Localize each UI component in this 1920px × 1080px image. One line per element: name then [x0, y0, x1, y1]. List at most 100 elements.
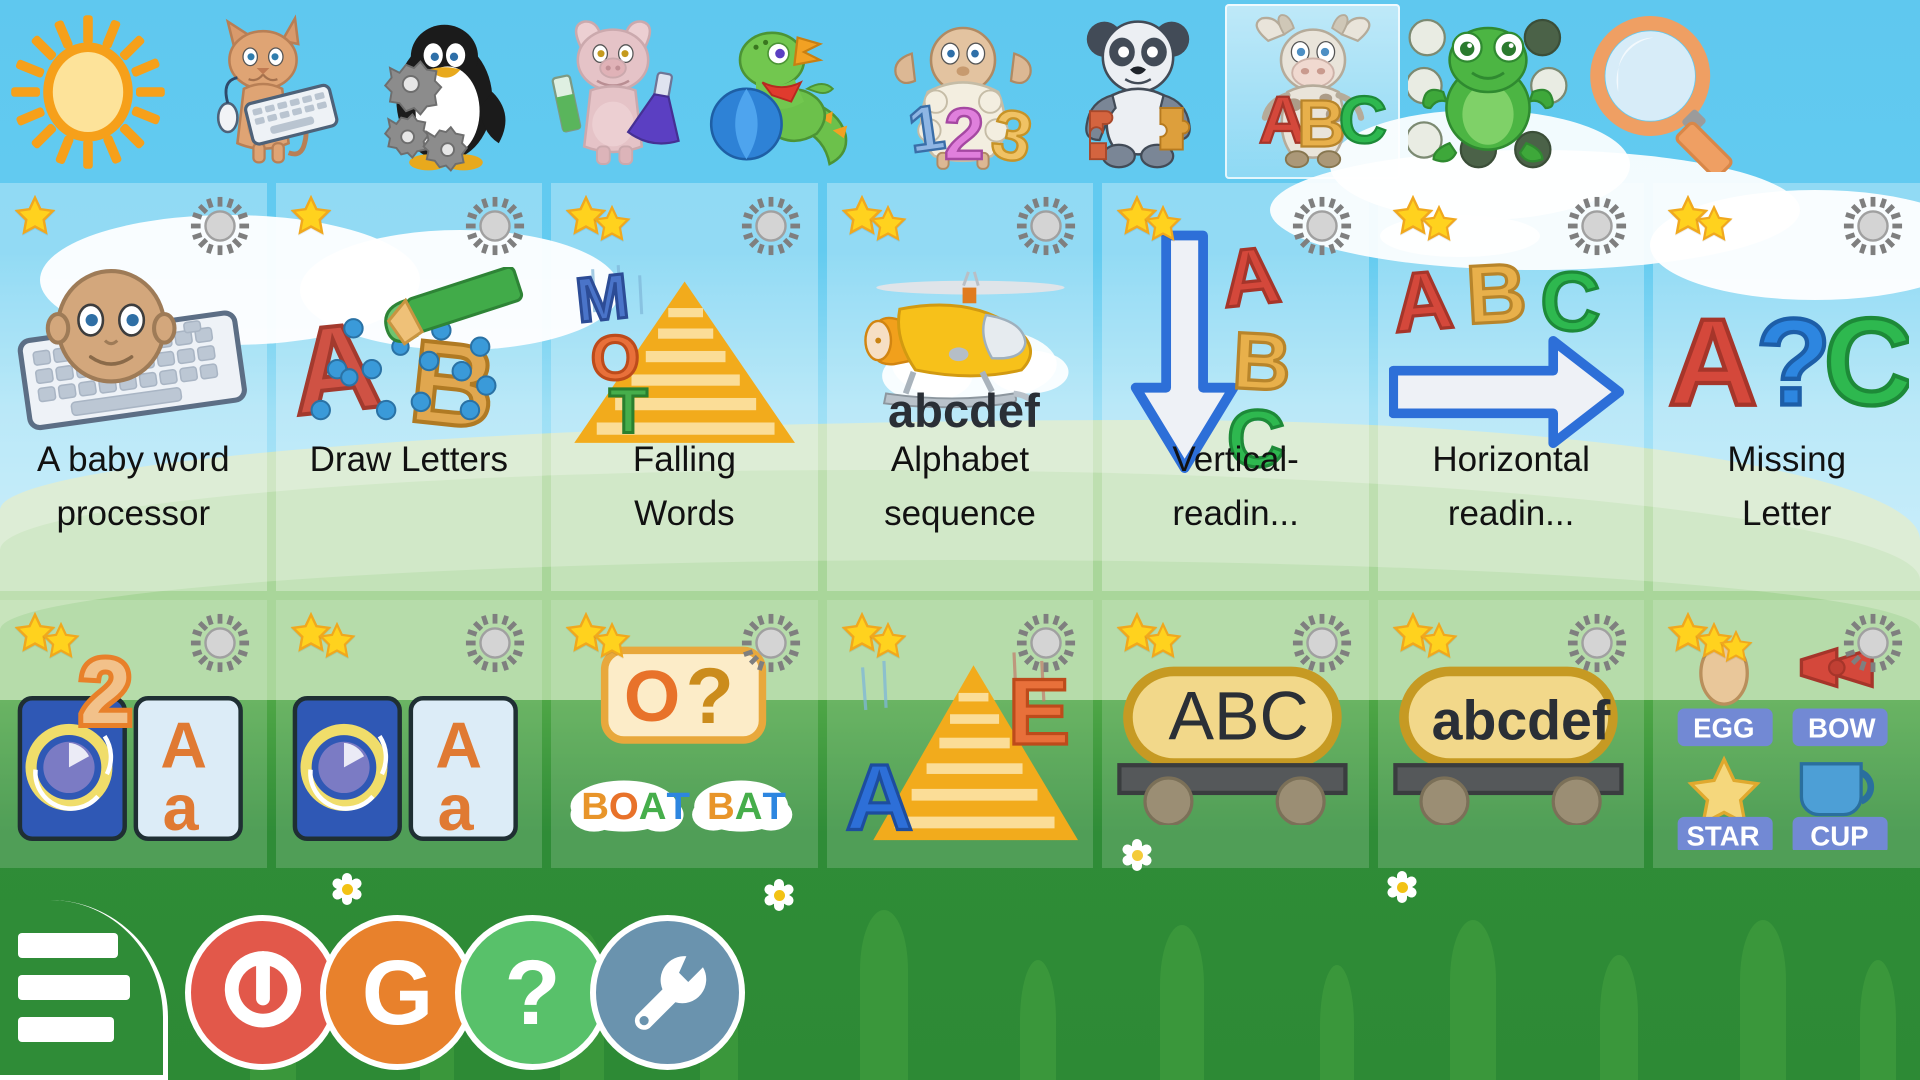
activity-title-line: sequence: [884, 494, 1036, 534]
memory-card-lower: a: [438, 771, 475, 842]
activity-title: Vertical- readin...: [1106, 433, 1365, 542]
activity-card-drawletters[interactable]: A B Draw Letters: [275, 183, 543, 591]
wagon-label-upper: ABC: [1168, 679, 1308, 755]
category-maths[interactable]: 1 2 3: [875, 4, 1050, 179]
config-button[interactable]: [590, 915, 745, 1070]
category-favorites[interactable]: [0, 4, 175, 179]
activity-title-line: Vertical-: [1172, 440, 1299, 479]
difficulty-stars: [841, 195, 907, 241]
falling-letter-e: E: [1008, 659, 1071, 764]
activity-card-missing-letter[interactable]: A ? C Missing Letter: [1653, 183, 1920, 591]
image-label-cup: CUP: [1810, 821, 1868, 850]
image-label-egg: EGG: [1693, 712, 1754, 743]
sheep-123-icon: 1 2 3: [893, 26, 1039, 172]
activity-card-falling-letters[interactable]: A E: [826, 600, 1094, 868]
exit-button[interactable]: [185, 915, 340, 1070]
category-puzzles[interactable]: [1050, 4, 1225, 179]
boat-bat-vowel-icon: O ? BOAT BAT: [570, 646, 793, 832]
activity-card-baby-wordprocessor[interactable]: A baby word processor: [0, 183, 267, 591]
difficulty-stars: [565, 195, 631, 241]
svg-text:C: C: [1824, 293, 1909, 423]
difficulty-stars: [1392, 195, 1458, 241]
activity-card-vertical-reading[interactable]: A B C Vertical- readin...: [1102, 183, 1369, 591]
activity-card-click-on-letter[interactable]: O ? BOAT BAT: [551, 600, 818, 868]
activity-title-line: Words: [634, 494, 735, 534]
activity-title-line: readin...: [1172, 494, 1299, 534]
svg-text:A: A: [1668, 293, 1757, 423]
activity-title: Alphabet sequence: [831, 433, 1090, 542]
difficulty-stars: [14, 612, 80, 658]
about-button[interactable]: G: [320, 915, 475, 1070]
difficulty-stars: [565, 612, 631, 658]
difficulty-gear-icon: [466, 196, 525, 256]
help-button[interactable]: ?: [455, 915, 610, 1070]
image-label-bow: BOW: [1808, 712, 1876, 743]
memory-tux-case-icon: A a 2: [17, 647, 243, 843]
svg-text:C: C: [1338, 83, 1387, 158]
category-search[interactable]: [1575, 4, 1750, 179]
head-keyboard-icon: [17, 269, 247, 431]
draw-letters-icon: A B: [286, 267, 524, 441]
alphabet-word-label: abcdef: [888, 384, 1040, 437]
activity-title-line: A baby word: [36, 440, 230, 479]
magnifier-icon: [1589, 15, 1732, 172]
activity-title: Horizontal readin...: [1382, 433, 1641, 542]
difficulty-stars: [290, 195, 332, 235]
panda-puzzle-icon: [1084, 19, 1191, 168]
category-reading[interactable]: A B C: [1225, 4, 1400, 179]
hamburger-icon-line: [18, 933, 118, 958]
menu-button[interactable]: [0, 900, 168, 1080]
star-icon: [593, 622, 631, 658]
category-experiments[interactable]: [525, 4, 700, 179]
activity-card-falling-words[interactable]: M O T Falling Words: [551, 183, 818, 591]
cow-abc-icon: A B C: [1255, 13, 1388, 168]
activity-title: Falling Words: [555, 433, 814, 542]
star-icon: [14, 195, 56, 235]
image-label-star: STAR: [1686, 821, 1759, 850]
difficulty-gear-icon: [1843, 196, 1903, 256]
activity-card-horizontal-reading[interactable]: A B C Horizontal readin...: [1377, 183, 1645, 591]
horizontal-arrow-abc-icon: A B C: [1388, 247, 1624, 449]
sun-icon: [10, 14, 165, 169]
difficulty-stars: [290, 612, 356, 658]
category-strategy-games[interactable]: [1400, 4, 1575, 179]
star-icon: [1420, 205, 1458, 241]
hamburger-icon-line: [18, 1017, 114, 1042]
wagon-abcdef-icon: abcdef: [1392, 666, 1624, 825]
activity-card-memory-case-assoc-tux[interactable]: A a 2: [0, 600, 267, 868]
penguin-gears-icon: [383, 24, 505, 172]
activity-title-line: Missing: [1727, 440, 1847, 479]
difficulty-gear-icon: [741, 196, 800, 256]
difficulty-stars: [1116, 612, 1182, 658]
star-icon: [1420, 622, 1458, 658]
star-icon: [593, 205, 631, 241]
difficulty-gear-icon: [1843, 613, 1903, 673]
difficulty-stars: [1667, 195, 1733, 241]
activity-card-wordsgame-upper[interactable]: ABC: [1102, 600, 1369, 868]
difficulty-gear-icon: [190, 196, 249, 256]
difficulty-stars: [1116, 195, 1182, 241]
wrench-icon: [634, 955, 706, 1030]
star-icon: [869, 205, 907, 241]
activity-card-wordsgame-lower[interactable]: abcdef: [1377, 600, 1645, 868]
difficulty-gear-icon: [741, 613, 800, 673]
svg-text:2: 2: [943, 92, 984, 172]
wagon-label-lower: abcdef: [1431, 690, 1610, 752]
difficulty-stars: [1667, 612, 1754, 663]
falling-letters-icon: A E: [844, 652, 1079, 844]
svg-text:BOAT: BOAT: [581, 785, 690, 828]
activity-card-imagename[interactable]: EGG BOW STAR CUP: [1653, 600, 1920, 868]
category-fun[interactable]: [700, 4, 875, 179]
svg-text:A: A: [1389, 253, 1457, 351]
activity-card-memory-case-assoc[interactable]: A a: [275, 600, 543, 868]
category-computer[interactable]: [175, 4, 350, 179]
activity-title-line: processor: [56, 494, 211, 534]
activity-card-alphabet-sequence[interactable]: abcdef Alphabet sequence: [826, 183, 1094, 591]
activity-title-line: readin...: [1447, 494, 1575, 534]
difficulty-stars: [1392, 612, 1458, 658]
category-discovery[interactable]: [350, 4, 525, 179]
svg-text:A: A: [1217, 230, 1284, 326]
bottom-toolbar: G ?: [0, 868, 1920, 1080]
star-icon: [1144, 205, 1182, 241]
hamburger-icon-line: [18, 975, 130, 1000]
